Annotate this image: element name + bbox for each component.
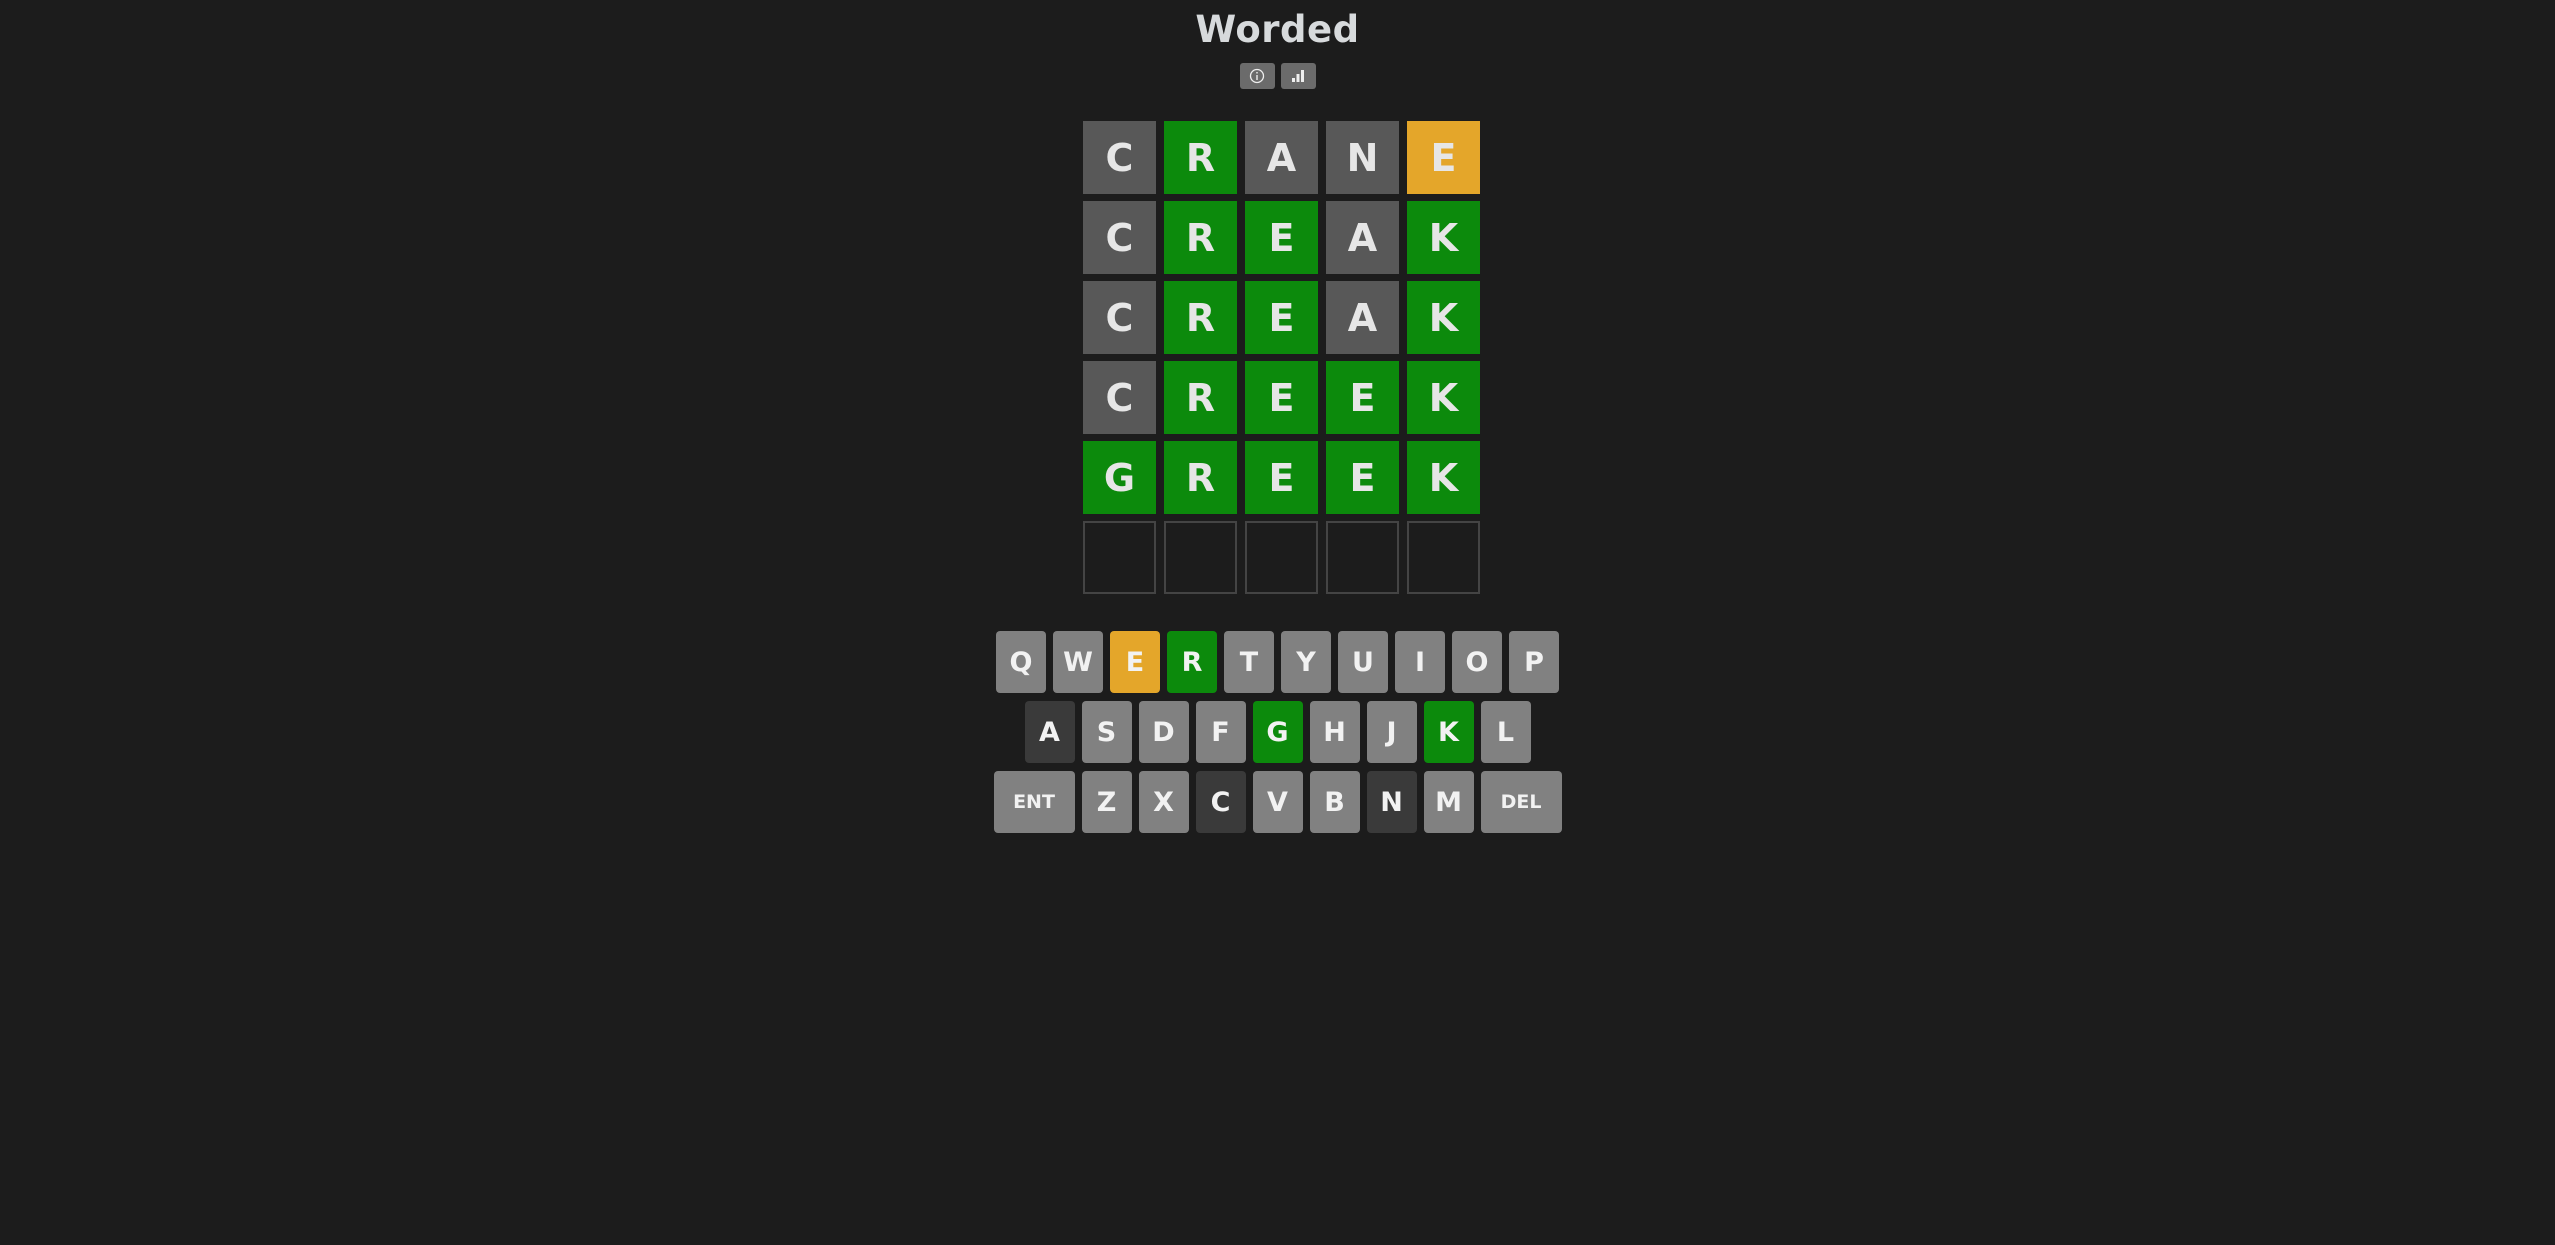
board-tile [1083, 521, 1156, 594]
info-icon [1249, 68, 1265, 84]
delete-key[interactable]: DEL [1480, 771, 1562, 833]
board-tile: G [1083, 441, 1156, 514]
on-screen-keyboard: Q W E R T Y U I O P A S D F G H J K L ENT Z X C V B N M DEL [0, 631, 2555, 841]
board-tile: A [1245, 121, 1318, 194]
key-r[interactable]: R [1167, 631, 1217, 693]
keyboard-row: ENT Z X C V B N M DEL [0, 771, 2555, 833]
keyboard-row: ASDFGHJKL [0, 701, 2555, 763]
key-s[interactable]: S [1081, 701, 1132, 763]
key-h[interactable]: H [1309, 701, 1360, 763]
board-tile: E [1326, 361, 1399, 434]
key-w[interactable]: W [1053, 631, 1103, 693]
board-tile: K [1407, 201, 1480, 274]
board-tile: R [1164, 121, 1237, 194]
key-d[interactable]: D [1138, 701, 1189, 763]
stats-icon [1292, 70, 1304, 82]
game-board: CRANECREAKCREAKCREEKGREEK [1083, 121, 1480, 594]
key-l[interactable]: L [1480, 701, 1531, 763]
board-tile: C [1083, 121, 1156, 194]
board-tile: E [1245, 281, 1318, 354]
board-tile: E [1407, 121, 1480, 194]
key-u[interactable]: U [1338, 631, 1388, 693]
board-tile: K [1407, 441, 1480, 514]
board-tile: E [1245, 441, 1318, 514]
page-title: Worded [1195, 8, 1360, 51]
board-tile: E [1245, 361, 1318, 434]
board-tile: C [1083, 281, 1156, 354]
key-q[interactable]: Q [996, 631, 1046, 693]
key-a[interactable]: A [1024, 701, 1075, 763]
header-icons [0, 63, 2555, 89]
key-m[interactable]: M [1423, 771, 1474, 833]
key-g[interactable]: G [1252, 701, 1303, 763]
app-root: Worded CRANECREAKCREAKCREEKGREEK QWERTYU… [0, 0, 2555, 1245]
board-tile: K [1407, 281, 1480, 354]
enter-key[interactable]: ENT [993, 771, 1075, 833]
board-tile [1326, 521, 1399, 594]
board-tile [1407, 521, 1480, 594]
board-tile: E [1326, 441, 1399, 514]
board-tile: R [1164, 441, 1237, 514]
key-t[interactable]: T [1224, 631, 1274, 693]
board-tile: A [1326, 281, 1399, 354]
key-c[interactable]: C [1195, 771, 1246, 833]
key-o[interactable]: O [1452, 631, 1502, 693]
board-tile [1164, 521, 1237, 594]
key-j[interactable]: J [1366, 701, 1417, 763]
board-tile: R [1164, 201, 1237, 274]
board-tile: R [1164, 361, 1237, 434]
key-k[interactable]: K [1423, 701, 1474, 763]
key-i[interactable]: I [1395, 631, 1445, 693]
key-n[interactable]: N [1366, 771, 1417, 833]
key-e[interactable]: E [1110, 631, 1160, 693]
board-tile: K [1407, 361, 1480, 434]
board-tile: A [1326, 201, 1399, 274]
key-b[interactable]: B [1309, 771, 1360, 833]
key-y[interactable]: Y [1281, 631, 1331, 693]
board-tile: E [1245, 201, 1318, 274]
board-tile: R [1164, 281, 1237, 354]
board-tile: C [1083, 361, 1156, 434]
keyboard-row: QWERTYUIOP [0, 631, 2555, 693]
board-tile [1245, 521, 1318, 594]
key-z[interactable]: Z [1081, 771, 1132, 833]
key-x[interactable]: X [1138, 771, 1189, 833]
key-p[interactable]: P [1509, 631, 1559, 693]
key-f[interactable]: F [1195, 701, 1246, 763]
stats-button[interactable] [1280, 63, 1316, 89]
board-tile: C [1083, 201, 1156, 274]
key-v[interactable]: V [1252, 771, 1303, 833]
info-button[interactable] [1239, 63, 1275, 89]
board-tile: N [1326, 121, 1399, 194]
